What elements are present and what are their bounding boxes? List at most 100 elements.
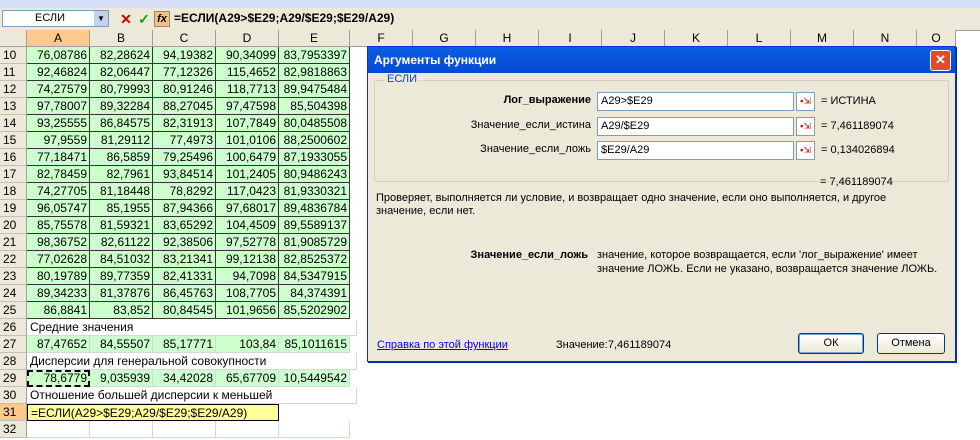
column-header-o[interactable]: O <box>917 30 956 47</box>
cell[interactable]: 81,59321 <box>90 217 153 234</box>
row-header[interactable]: 31 <box>0 404 27 421</box>
column-header-j[interactable]: J <box>602 30 665 47</box>
cell[interactable]: 84,51032 <box>90 251 153 268</box>
cell[interactable]: 83,852 <box>90 302 153 319</box>
cell[interactable] <box>90 421 153 438</box>
cell[interactable]: 81,9330321 <box>279 183 350 200</box>
column-header-a[interactable]: A <box>27 30 90 47</box>
cell[interactable]: 98,36752 <box>27 234 90 251</box>
cell[interactable]: 82,9818863 <box>279 64 350 81</box>
cell[interactable]: 85,75578 <box>27 217 90 234</box>
section-label[interactable]: Средние значения <box>27 319 357 336</box>
column-header-g[interactable]: G <box>413 30 476 47</box>
row-header[interactable]: 26 <box>0 319 27 336</box>
cell[interactable]: 101,0106 <box>216 132 279 149</box>
cell[interactable]: 76,08786 <box>27 47 90 64</box>
cell[interactable]: 80,84545 <box>153 302 216 319</box>
cell[interactable]: 104,4509 <box>216 217 279 234</box>
cell[interactable]: 84,374391 <box>279 285 350 302</box>
cell[interactable]: 100,6479 <box>216 149 279 166</box>
column-header-c[interactable]: C <box>153 30 216 47</box>
row-header[interactable]: 29 <box>0 370 27 387</box>
cell[interactable]: 82,31913 <box>153 115 216 132</box>
cell[interactable]: 97,47598 <box>216 98 279 115</box>
cancel-icon[interactable]: ✕ <box>118 11 134 27</box>
cell[interactable]: 103,84 <box>216 336 279 353</box>
section-label[interactable]: Отношение большей дисперсии к меньшей <box>27 387 357 404</box>
range-select-icon[interactable]: ▪⇲ <box>796 141 815 160</box>
cell[interactable]: 87,1933055 <box>279 149 350 166</box>
cell[interactable]: 87,47652 <box>27 336 90 353</box>
cell[interactable]: 77,18471 <box>27 149 90 166</box>
cell[interactable]: 80,9486243 <box>279 166 350 183</box>
row-header[interactable]: 16 <box>0 149 27 166</box>
cell[interactable]: 9,035939 <box>90 370 153 387</box>
cell[interactable]: 88,2500602 <box>279 132 350 149</box>
cell[interactable]: 81,18448 <box>90 183 153 200</box>
cell[interactable]: 89,34233 <box>27 285 90 302</box>
cell[interactable]: 80,91246 <box>153 81 216 98</box>
cell[interactable]: 88,27045 <box>153 98 216 115</box>
cell[interactable]: 94,19382 <box>153 47 216 64</box>
cell[interactable]: 96,05747 <box>27 200 90 217</box>
column-header-e[interactable]: E <box>279 30 350 47</box>
cell[interactable]: 82,7961 <box>90 166 153 183</box>
cell[interactable]: 83,21341 <box>153 251 216 268</box>
cell[interactable]: 79,25496 <box>153 149 216 166</box>
row-header[interactable]: 15 <box>0 132 27 149</box>
ok-button[interactable]: ОК <box>798 333 864 354</box>
arg-input-logical[interactable]: A29>$E29 <box>597 92 794 111</box>
cell[interactable]: 93,25555 <box>27 115 90 132</box>
select-all-corner[interactable] <box>0 30 27 47</box>
row-header[interactable]: 25 <box>0 302 27 319</box>
close-icon[interactable]: ✕ <box>930 50 951 71</box>
cell[interactable] <box>153 421 216 438</box>
cell[interactable]: 81,37876 <box>90 285 153 302</box>
cell[interactable]: 86,45763 <box>153 285 216 302</box>
row-header[interactable]: 17 <box>0 166 27 183</box>
column-header-n[interactable]: N <box>854 30 917 47</box>
copy-marquee-cell[interactable]: 78,6779 <box>27 370 90 387</box>
cell[interactable]: 81,9085729 <box>279 234 350 251</box>
cell[interactable]: 87,94366 <box>153 200 216 217</box>
cell[interactable] <box>279 421 350 438</box>
row-header[interactable]: 22 <box>0 251 27 268</box>
range-select-icon[interactable]: ▪⇲ <box>796 92 815 111</box>
cell[interactable]: 97,68017 <box>216 200 279 217</box>
cell[interactable] <box>27 421 90 438</box>
cell[interactable]: 10,5449542 <box>279 370 350 387</box>
section-label[interactable]: Дисперсии для генеральной совокупности <box>27 353 357 370</box>
enter-icon[interactable]: ✓ <box>136 11 152 27</box>
cell[interactable]: 82,78459 <box>27 166 90 183</box>
cell[interactable]: 89,9475484 <box>279 81 350 98</box>
cell[interactable]: 74,27705 <box>27 183 90 200</box>
cell[interactable]: 99,12138 <box>216 251 279 268</box>
cell[interactable]: 86,8841 <box>27 302 90 319</box>
cell[interactable]: 85,5202902 <box>279 302 350 319</box>
cell[interactable]: 85,17771 <box>153 336 216 353</box>
cell[interactable]: 97,52778 <box>216 234 279 251</box>
cell[interactable]: 85,504398 <box>279 98 350 115</box>
cell[interactable]: 82,8525372 <box>279 251 350 268</box>
chevron-down-icon[interactable]: ▼ <box>94 11 108 26</box>
cell[interactable]: 86,5859 <box>90 149 153 166</box>
cell[interactable]: 74,27579 <box>27 81 90 98</box>
column-header-d[interactable]: D <box>216 30 279 47</box>
column-header-h[interactable]: H <box>476 30 539 47</box>
cell[interactable]: 82,06447 <box>90 64 153 81</box>
column-header-l[interactable]: L <box>728 30 791 47</box>
formula-text[interactable]: =ЕСЛИ(A29>$E29;A29/$E29;$E29/A29) <box>174 11 394 25</box>
cell[interactable]: 89,5589137 <box>279 217 350 234</box>
column-header-k[interactable]: K <box>665 30 728 47</box>
cell[interactable]: 34,42028 <box>153 370 216 387</box>
arg-input-false[interactable]: $E29/A29 <box>597 141 794 160</box>
row-header[interactable]: 11 <box>0 64 27 81</box>
row-header[interactable]: 18 <box>0 183 27 200</box>
cell[interactable]: 80,0485508 <box>279 115 350 132</box>
help-link[interactable]: Справка по этой функции <box>377 339 508 351</box>
cell[interactable]: 101,9656 <box>216 302 279 319</box>
cell[interactable]: 115,4652 <box>216 64 279 81</box>
range-select-icon[interactable]: ▪⇲ <box>796 117 815 136</box>
row-header[interactable]: 14 <box>0 115 27 132</box>
cell[interactable]: 101,2405 <box>216 166 279 183</box>
